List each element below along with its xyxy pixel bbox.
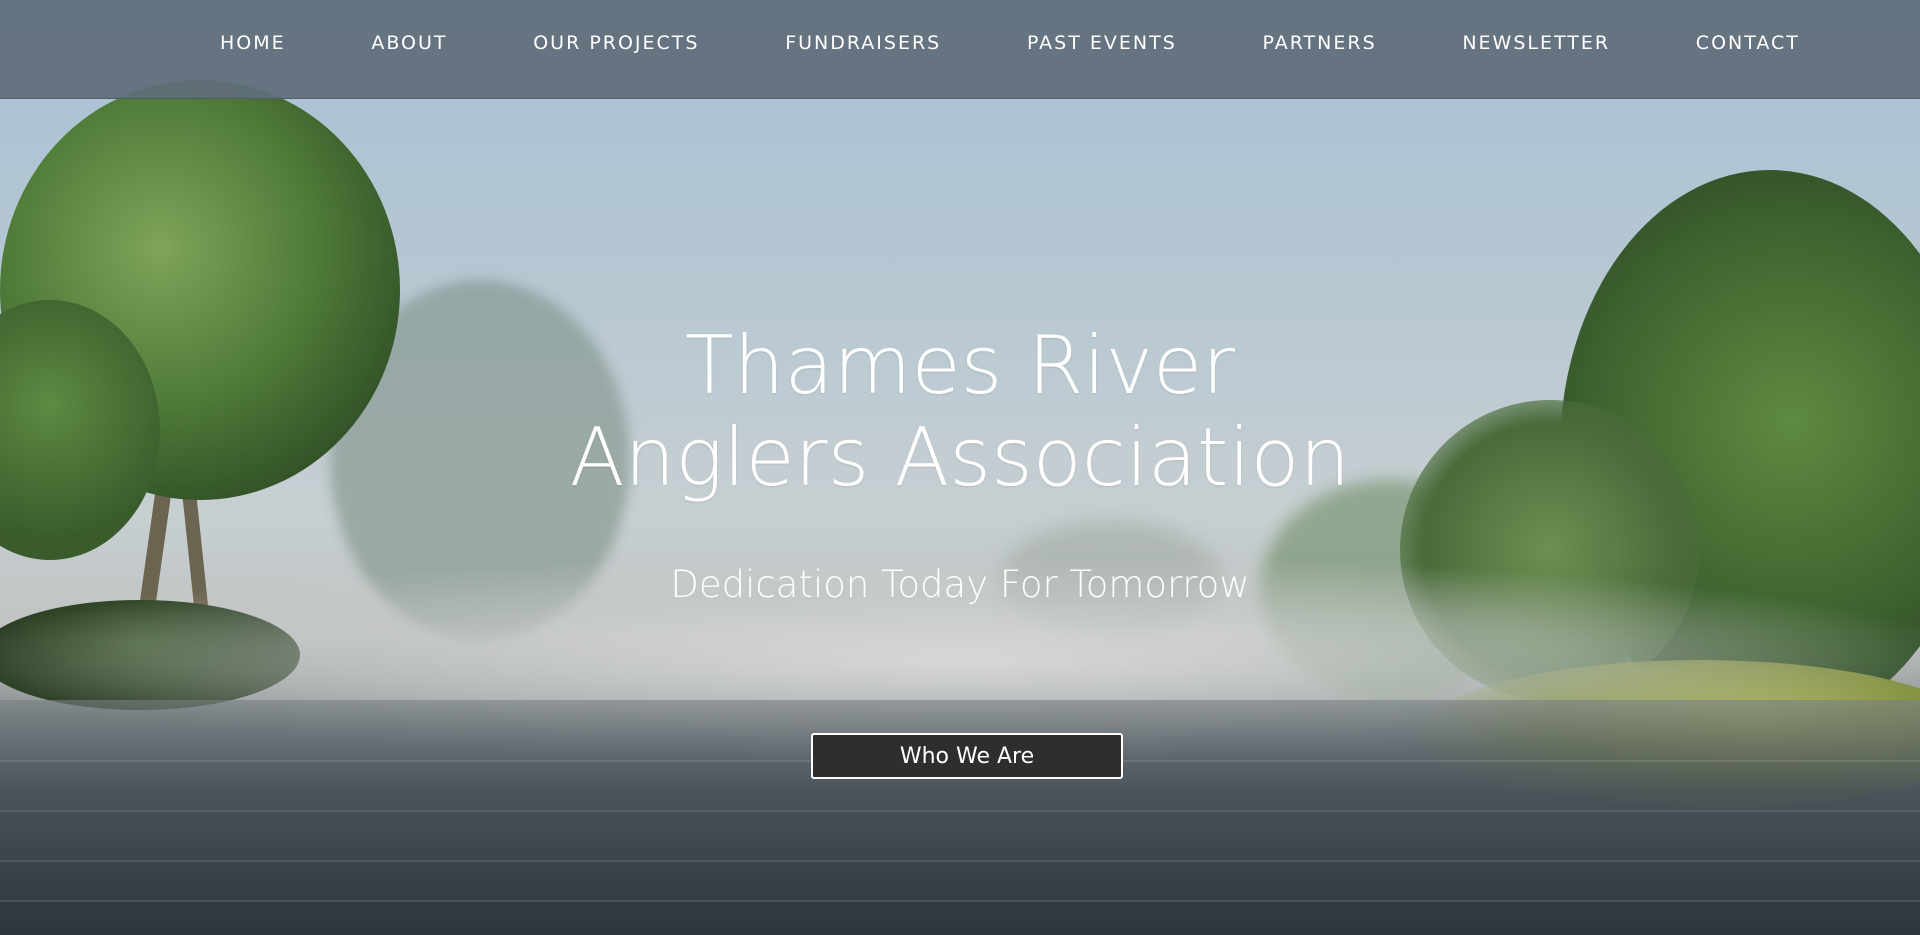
nav-item-about[interactable]: ABOUT bbox=[371, 32, 447, 54]
water-ripple bbox=[0, 860, 1920, 862]
nav-item-contact[interactable]: CONTACT bbox=[1696, 32, 1800, 54]
hero-tagline: Dedication Today For Tomorrow bbox=[670, 563, 1250, 606]
nav-item-past-events[interactable]: PAST EVENTS bbox=[1027, 32, 1177, 54]
nav-menu: HOME ABOUT OUR PROJECTS FUNDRAISERS PAST… bbox=[220, 0, 1800, 86]
nav-item-fundraisers[interactable]: FUNDRAISERS bbox=[785, 32, 941, 54]
who-we-are-button[interactable]: Who We Are bbox=[811, 733, 1123, 779]
nav-item-home[interactable]: HOME bbox=[220, 32, 286, 54]
hero-title: Thames River Anglers Association bbox=[0, 320, 1920, 504]
hero-title-line-1: Thames River bbox=[684, 319, 1236, 412]
nav-item-newsletter[interactable]: NEWSLETTER bbox=[1462, 32, 1610, 54]
nav-item-our-projects[interactable]: OUR PROJECTS bbox=[533, 32, 699, 54]
top-navigation-bar: HOME ABOUT OUR PROJECTS FUNDRAISERS PAST… bbox=[0, 0, 1920, 99]
hero-title-line-2: Anglers Association bbox=[569, 411, 1351, 504]
water-ripple bbox=[0, 810, 1920, 812]
page: HOME ABOUT OUR PROJECTS FUNDRAISERS PAST… bbox=[0, 0, 1920, 935]
water-ripple bbox=[0, 900, 1920, 902]
nav-item-partners[interactable]: PARTNERS bbox=[1262, 32, 1376, 54]
